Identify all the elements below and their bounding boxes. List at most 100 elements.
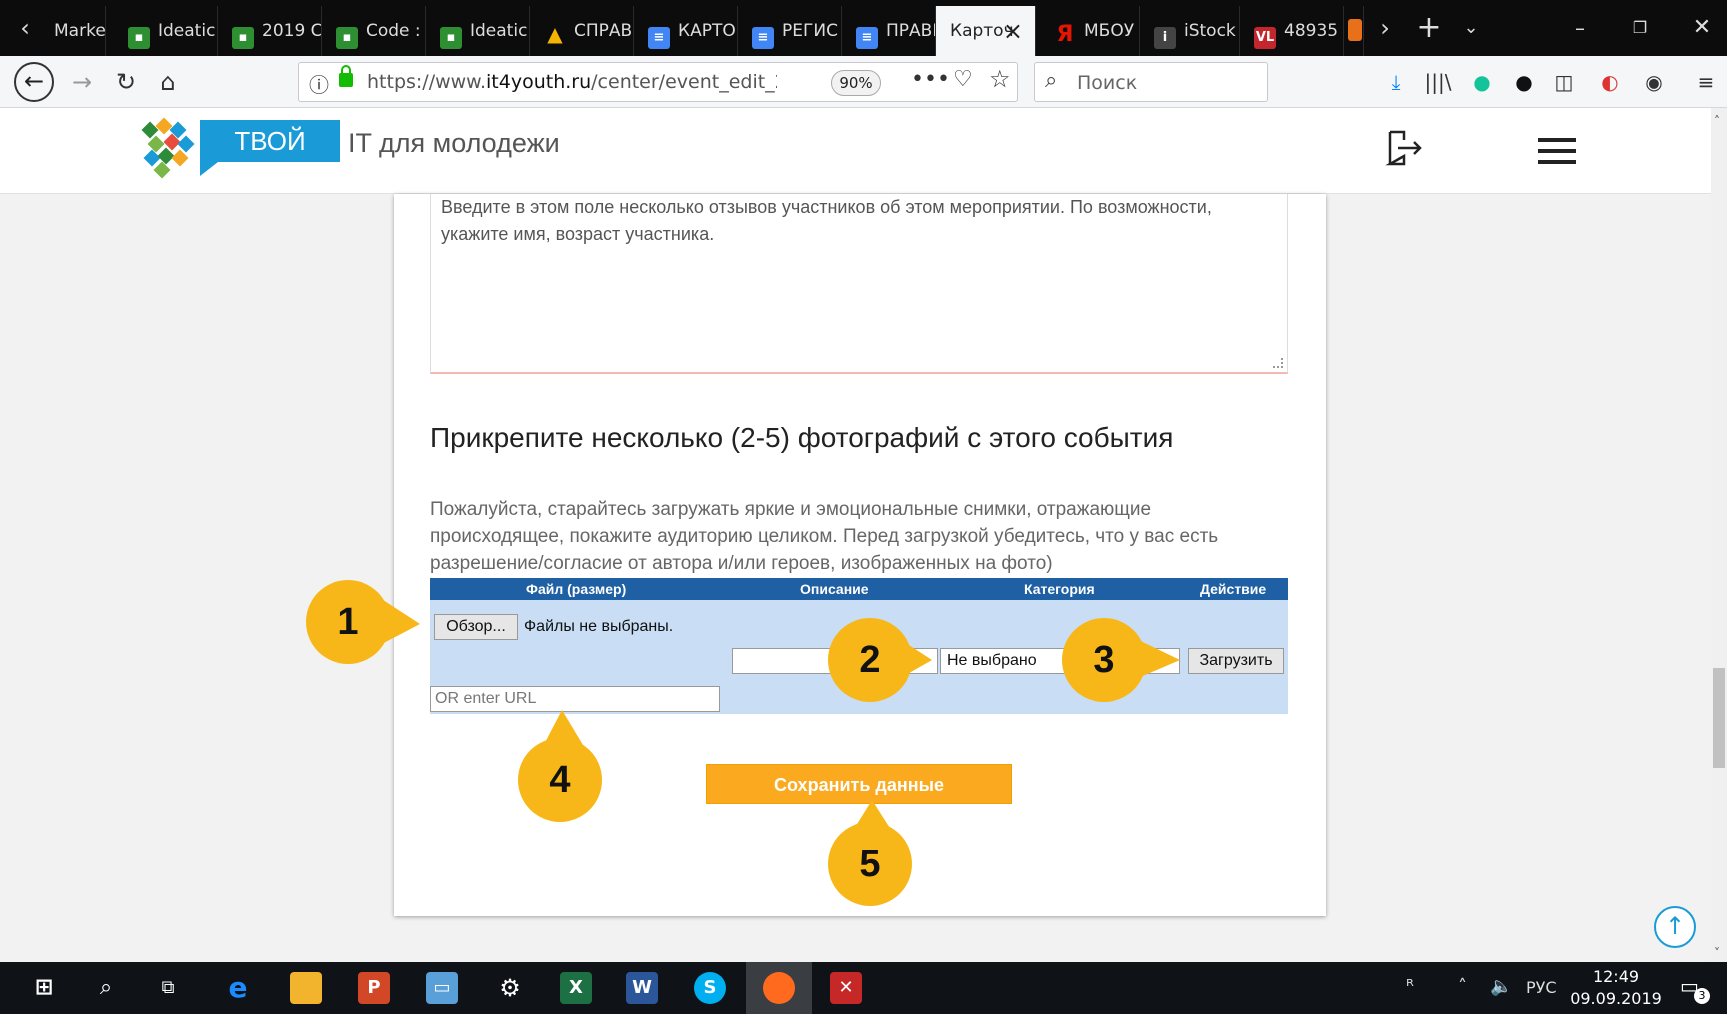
sidebar-icon[interactable]: ◫ [1550,70,1578,94]
app-icon[interactable]: ✕ [830,972,862,1004]
url-input[interactable]: OR enter URL [430,686,720,712]
task-view-icon[interactable]: ⧉ [152,972,184,1004]
upload-button[interactable]: Загрузить [1188,648,1284,674]
notification-icon[interactable]: ▭ 3 [1680,974,1710,1004]
header-description: Описание [800,581,869,597]
tab-2019[interactable]: ▪ 2019 C [218,6,322,56]
address-bar[interactable]: ⓘ https://www.it4youth.ru/center/event_e… [298,62,1018,102]
scroll-down-icon[interactable]: ˅ [1714,946,1720,960]
yandex-icon: Я [1056,22,1074,47]
url-text[interactable]: https://www.it4youth.ru/center/event_edi… [367,71,777,93]
download-icon[interactable]: ⤓ [1382,70,1410,94]
photos-description: Пожалуйста, старайтесь загружать яркие и… [430,499,1219,574]
tab-scroll-right-icon[interactable]: › [1370,10,1400,46]
control-panel-icon[interactable]: ▭ [426,972,458,1004]
tab-sprav[interactable]: ▲ СПРАВ [530,6,634,56]
callout-1: 1 [306,580,390,664]
pocket-icon[interactable]: ♡ [953,67,973,92]
scrollbar-thumb[interactable] [1713,668,1725,768]
tab-ideatic-1[interactable]: ▪ Ideatic [114,6,218,56]
people-icon[interactable]: ᴿ [1406,976,1414,997]
info-icon[interactable]: ⓘ [309,69,329,98]
scroll-up-icon[interactable]: ˄ [1714,114,1720,128]
account-icon[interactable]: ◉ [1640,70,1668,94]
logo-text[interactable]: ТВОЙ КУРС [200,120,340,198]
skype-icon[interactable]: S [694,972,726,1004]
browse-button[interactable]: Обзор... [434,614,518,640]
header-file: Файл (размер) [526,581,627,597]
word-icon[interactable]: W [626,972,658,1004]
tab-ideatic-2[interactable]: ▪ Ideatic [426,6,530,56]
classroom-icon: ▪ [128,27,150,49]
window-close-icon[interactable]: ✕ [1680,8,1724,48]
tab-karto[interactable]: ≡ КАРТО [634,6,738,56]
settings-gear-icon[interactable]: ⚙ [494,972,526,1004]
classroom-icon: ▪ [440,27,462,49]
close-icon[interactable]: × [1003,6,1023,56]
restore-icon[interactable]: ❐ [1618,8,1662,48]
page-scrollbar[interactable]: ˄ ˅ [1711,108,1727,962]
callout-2: 2 [828,618,912,702]
chevron-down-icon[interactable]: ⌄ [1456,10,1486,46]
tab-partial[interactable] [1344,6,1364,56]
back-arrow-icon[interactable]: ← [14,62,54,102]
reviews-textarea[interactable]: Введите в этом поле несколько отзывов уч… [430,194,1288,374]
search-input[interactable]: ⌕ Поиск [1034,62,1268,102]
tab-label: КАРТО [678,21,736,41]
library-icon[interactable]: |||\ [1424,70,1452,94]
tab-mbou[interactable]: Я МБОУ [1040,6,1140,56]
logout-icon[interactable] [1384,128,1424,168]
zoom-badge[interactable]: 90% [831,70,881,96]
scroll-to-top-icon[interactable]: ↑ [1654,906,1696,948]
forward-arrow-icon[interactable]: → [64,64,100,100]
resize-grip-icon[interactable] [1273,358,1283,368]
new-tab-icon[interactable]: + [1414,10,1444,46]
grammarly-icon[interactable]: ● [1468,70,1496,94]
google-docs-icon: ≡ [856,27,878,49]
tab-marke[interactable]: Marke [40,6,106,56]
volume-icon[interactable]: 🔈 [1490,976,1512,997]
istock-icon: i [1154,27,1176,49]
reload-icon[interactable]: ↻ [108,64,144,100]
language-indicator[interactable]: РУС [1526,978,1557,997]
firefox-taskbar-item[interactable] [746,962,812,1014]
tab-48935[interactable]: VL 48935 [1240,6,1344,56]
tab-label: 2019 C [262,21,322,41]
category-value: Не выбрано [947,652,1037,669]
callout-3: 3 [1062,618,1146,702]
tab-kartoch-active[interactable]: Карточ × [936,6,1036,56]
windows-start-icon[interactable]: ⊞ [28,972,60,1004]
clock-time: 12:49 [1592,967,1640,986]
powerpoint-icon[interactable]: P [358,972,390,1004]
bookmark-star-icon[interactable]: ☆ [989,65,1011,93]
page-actions-icon[interactable]: ••• [911,67,950,92]
file-explorer-icon[interactable] [290,972,322,1004]
excel-icon[interactable]: X [560,972,592,1004]
search-icon[interactable]: ⌕ [90,972,122,1004]
tab-scroll-left-icon[interactable]: ‹ [10,10,40,46]
chevron-down-icon: ▼ [1161,654,1173,668]
lock-icon[interactable] [339,65,353,87]
edge-icon[interactable]: e [222,972,254,1004]
tab-label: Code : [366,21,421,41]
home-icon[interactable]: ⌂ [150,64,186,100]
logo-mosaic-icon[interactable] [141,117,198,180]
tab-pravi[interactable]: ≡ ПРАВИ [842,6,936,56]
save-data-button[interactable]: Сохранить данные [706,764,1012,804]
reviews-placeholder: Введите в этом поле несколько отзывов уч… [441,197,1212,244]
hamburger-menu-icon[interactable] [1538,138,1576,164]
classroom-icon: ▪ [336,27,358,49]
sync-icon[interactable]: ◐ [1596,70,1624,94]
clock[interactable]: 12:49 09.09.2019 [1568,966,1664,1010]
search-icon: ⌕ [1045,68,1058,93]
vl-icon: VL [1254,27,1276,49]
tab-code[interactable]: ▪ Code : [322,6,426,56]
photos-heading: Прикрепите несколько (2-5) фотографий с … [430,422,1174,453]
tab-label: Marke [54,21,106,41]
extension-icon[interactable]: ● [1510,70,1538,94]
tab-istock[interactable]: i iStock [1140,6,1240,56]
tray-expand-icon[interactable]: ˄ [1458,976,1467,997]
minimize-icon[interactable]: – [1558,8,1602,48]
tab-regis[interactable]: ≡ РЕГИС [738,6,842,56]
menu-icon[interactable]: ≡ [1692,70,1720,94]
